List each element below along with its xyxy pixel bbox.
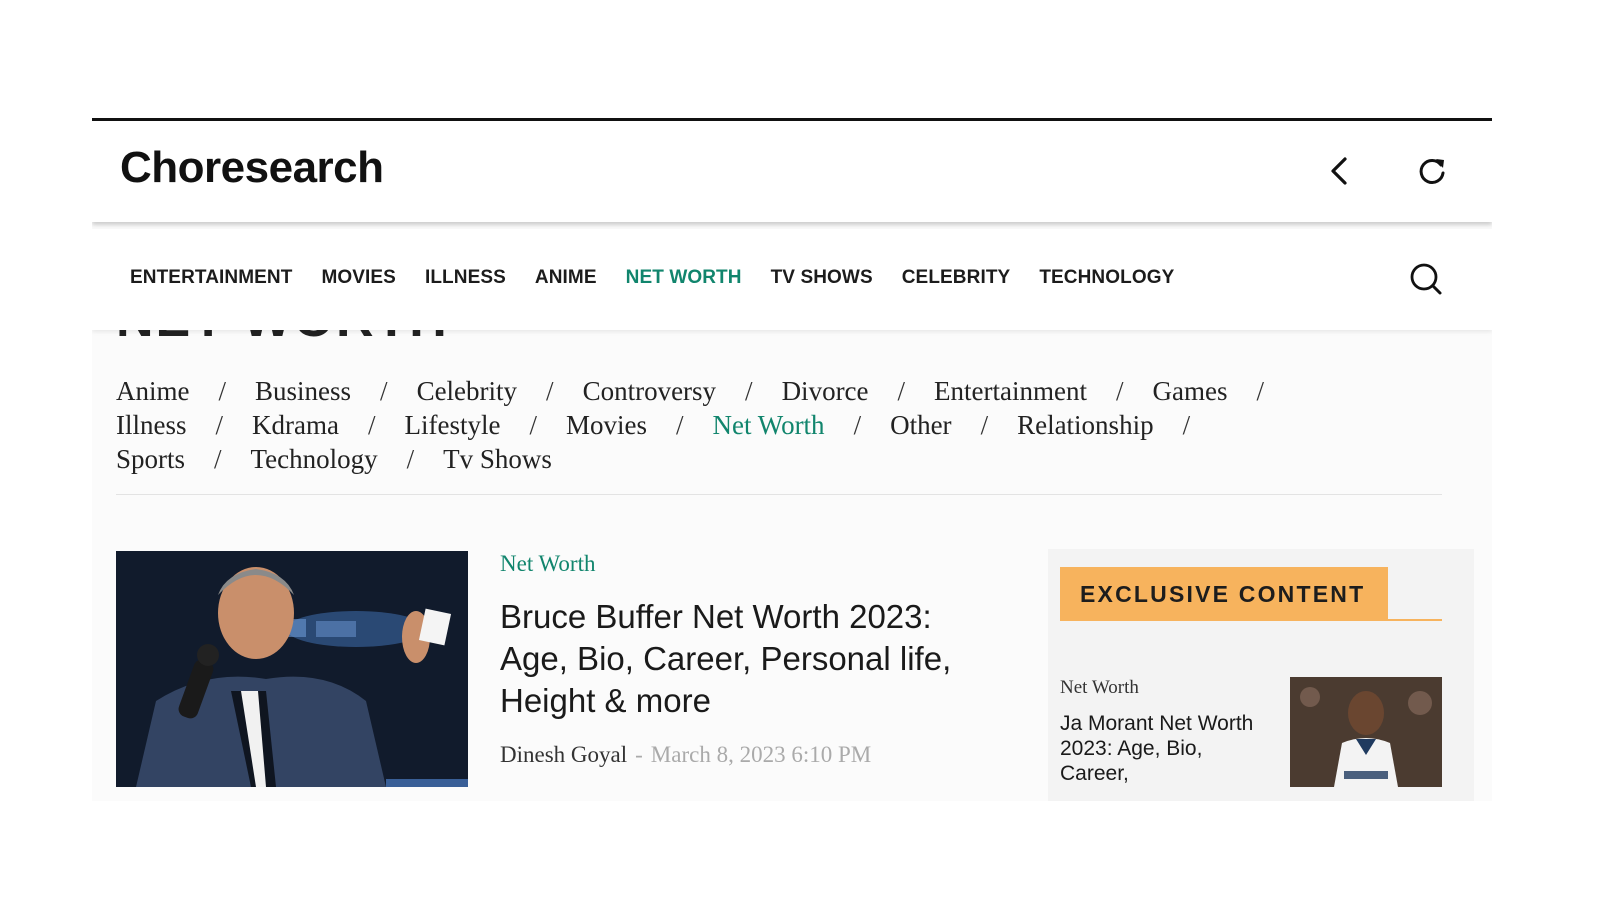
badge-underline	[1060, 619, 1442, 621]
nav-item-technology[interactable]: TECHNOLOGY	[1039, 267, 1174, 289]
category-entertainment[interactable]: Entertainment	[934, 376, 1087, 406]
category-separator: /	[980, 410, 989, 440]
category-separator: /	[214, 444, 222, 474]
category-separator: /	[1256, 376, 1265, 406]
category-anime[interactable]: Anime	[116, 376, 190, 406]
search-button[interactable]	[1406, 259, 1446, 299]
category-technology[interactable]: Technology	[251, 444, 378, 474]
article-author[interactable]: Dinesh Goyal	[500, 742, 627, 767]
nav-item-anime[interactable]: ANIME	[535, 267, 597, 289]
category-business[interactable]: Business	[255, 376, 351, 406]
main-nav: ENTERTAINMENT MOVIES ILLNESS ANIME NET W…	[92, 229, 1492, 330]
category-relationship[interactable]: Relationship	[1017, 410, 1154, 440]
category-lifestyle[interactable]: Lifestyle	[405, 410, 501, 440]
category-separator: /	[853, 410, 862, 440]
category-tv-shows[interactable]: Tv Shows	[443, 444, 552, 474]
sidebar-item-title[interactable]: Ja Morant Net Worth 2023: Age, Bio, Care…	[1060, 711, 1260, 786]
refresh-icon	[1419, 158, 1445, 184]
nav-item-illness[interactable]: ILLNESS	[425, 267, 506, 289]
category-divorce[interactable]: Divorce	[782, 376, 869, 406]
search-icon	[1410, 263, 1442, 295]
article-category[interactable]: Net Worth	[500, 551, 595, 577]
category-illness[interactable]: Illness	[116, 410, 187, 440]
refresh-button[interactable]	[1412, 151, 1452, 191]
category-separator: /	[675, 410, 684, 440]
exclusive-content-badge: EXCLUSIVE CONTENT	[1060, 567, 1388, 621]
nav-item-tv-shows[interactable]: TV SHOWS	[771, 267, 873, 289]
category-sports[interactable]: Sports	[116, 444, 185, 474]
sidebar-item-thumbnail[interactable]	[1290, 677, 1442, 787]
category-separator: /	[745, 376, 753, 406]
category-movies[interactable]: Movies	[566, 410, 647, 440]
sidebar-exclusive: EXCLUSIVE CONTENT Net Worth Ja Morant Ne…	[1048, 549, 1474, 801]
article-title[interactable]: Bruce Buffer Net Worth 2023: Age, Bio, C…	[500, 596, 1000, 722]
nav-item-entertainment[interactable]: ENTERTAINMENT	[130, 267, 292, 289]
category-separator: /	[218, 376, 227, 406]
category-separator: /	[1182, 410, 1191, 440]
nav-item-net-worth[interactable]: NET WORTH	[626, 267, 742, 289]
announcer-photo	[116, 551, 468, 787]
divider	[116, 494, 1442, 495]
category-separator: /	[546, 376, 554, 406]
chevron-left-icon	[1331, 157, 1347, 185]
category-celebrity[interactable]: Celebrity	[417, 376, 517, 406]
meta-separator: -	[635, 742, 643, 767]
nav-item-movies[interactable]: MOVIES	[321, 267, 396, 289]
category-separator: /	[897, 376, 906, 406]
site-logo[interactable]: Choresearch	[120, 143, 384, 193]
article-thumbnail[interactable]	[116, 551, 468, 787]
category-separator: /	[380, 376, 388, 406]
category-kdrama[interactable]: Kdrama	[252, 410, 339, 440]
category-separator: /	[367, 410, 376, 440]
basketball-player-photo	[1290, 677, 1442, 787]
nav-item-celebrity[interactable]: CELEBRITY	[902, 267, 1011, 289]
category-separator: /	[1116, 376, 1124, 406]
browser-frame: Choresearch NET WORTH ENTERTAINMENT MOVI…	[92, 118, 1492, 801]
article-meta: Dinesh Goyal - March 8, 2023 6:10 PM	[500, 742, 871, 768]
category-net-worth[interactable]: Net Worth	[713, 410, 825, 440]
article-date: March 8, 2023 6:10 PM	[650, 742, 872, 767]
site-header: Choresearch	[92, 121, 1492, 222]
sidebar-item-category[interactable]: Net Worth	[1060, 677, 1139, 699]
category-separator: /	[215, 410, 224, 440]
category-controversy[interactable]: Controversy	[583, 376, 716, 406]
category-separator: /	[529, 410, 537, 440]
category-other[interactable]: Other	[890, 410, 951, 440]
category-separator: /	[406, 444, 415, 474]
category-list: Anime / Business / Celebrity / Controversy / Div…	[116, 374, 1446, 476]
back-button[interactable]	[1320, 151, 1360, 191]
category-games[interactable]: Games	[1153, 376, 1228, 406]
